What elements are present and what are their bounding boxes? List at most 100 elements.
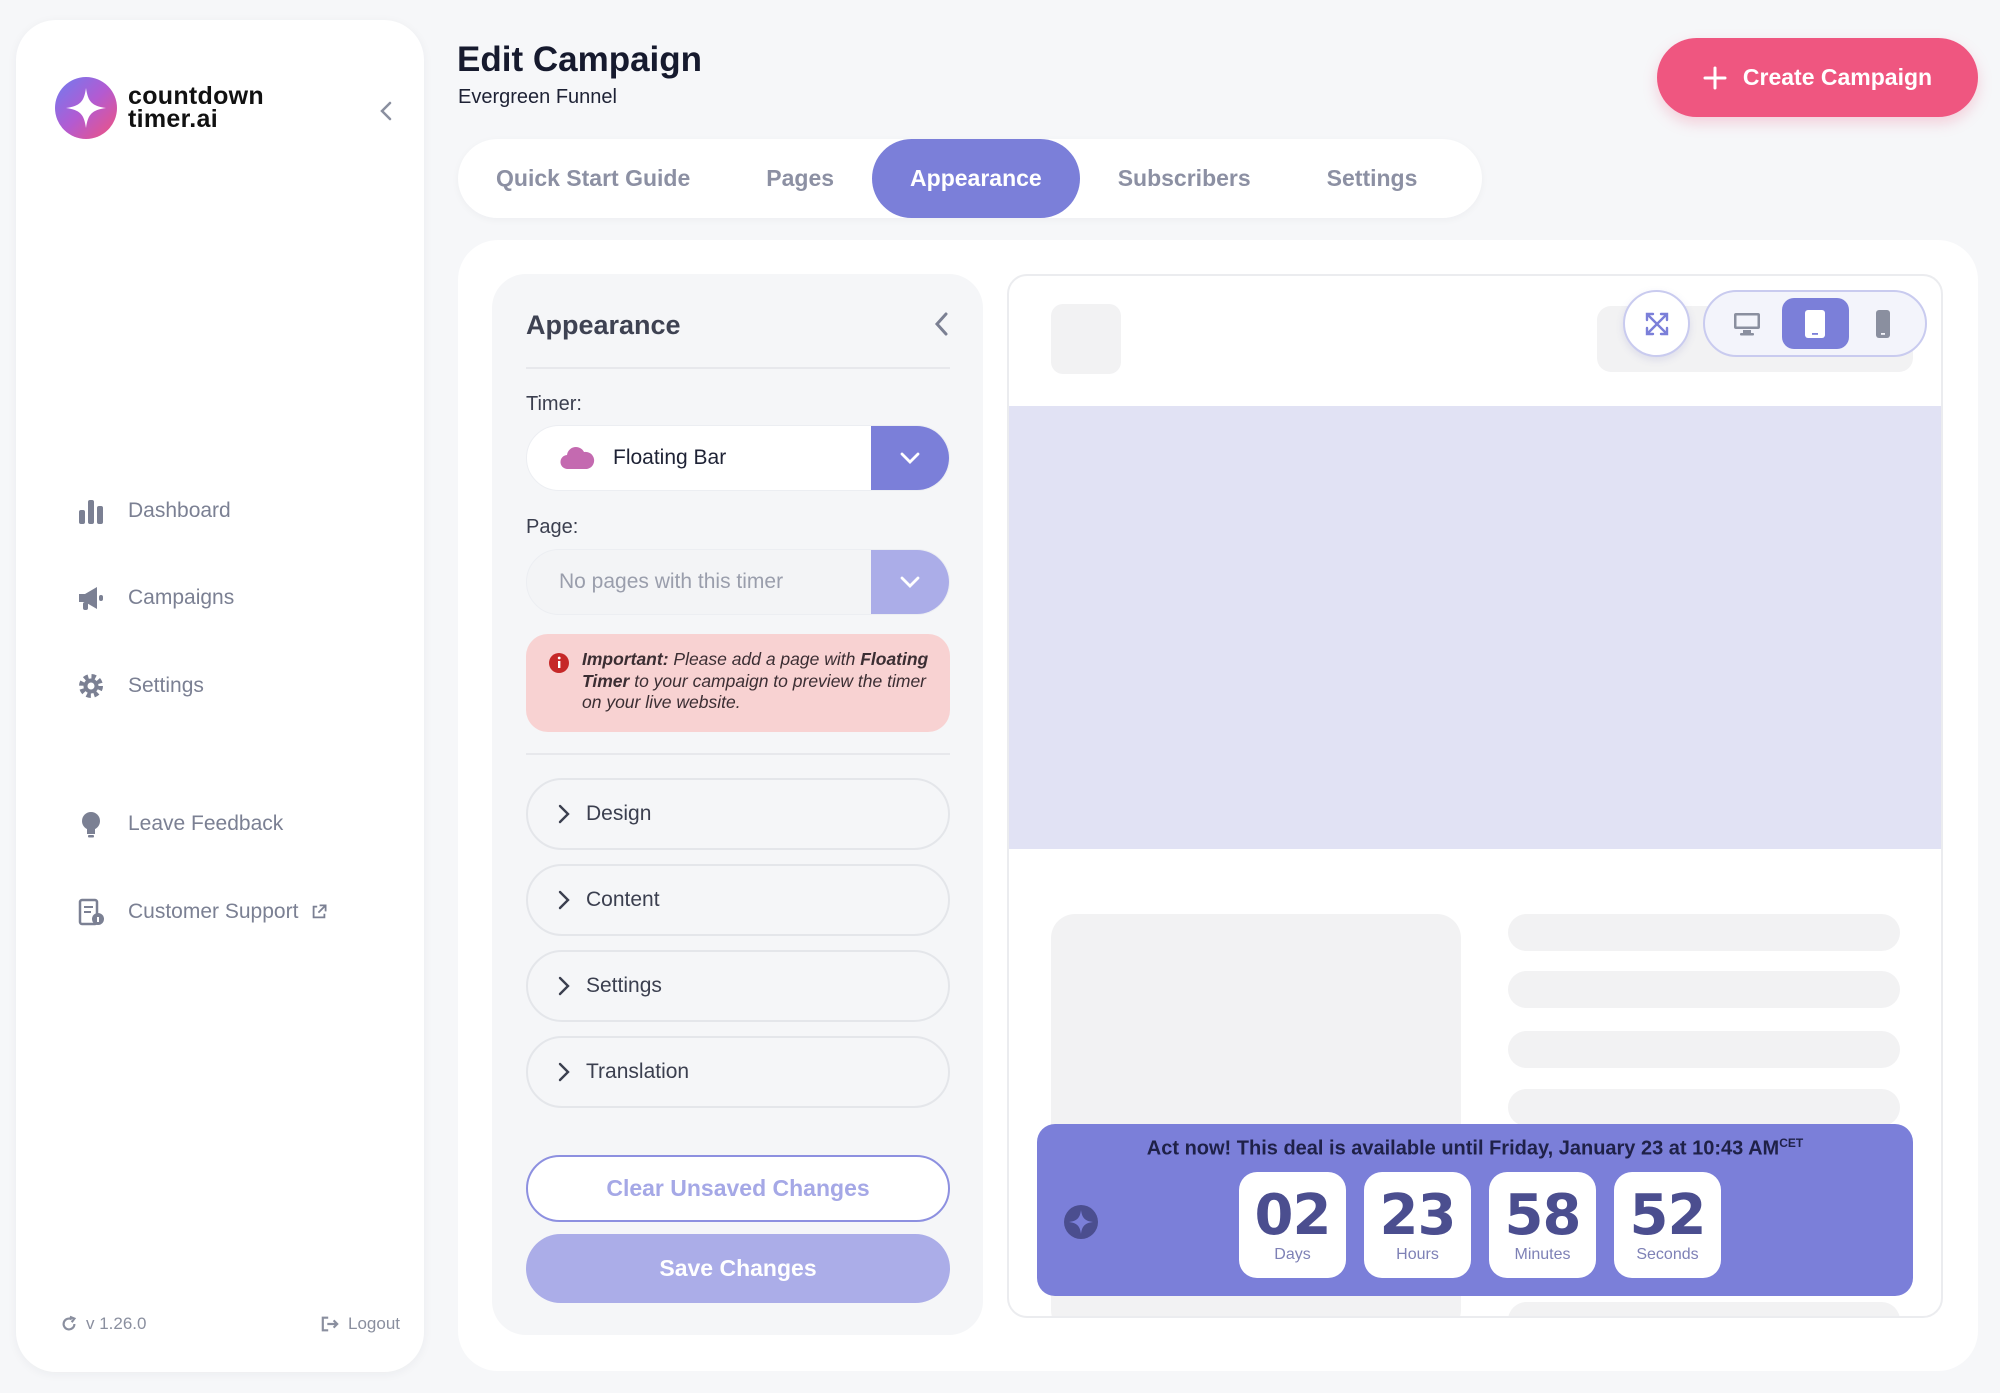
countdown-minutes: 58 Minutes <box>1489 1172 1596 1278</box>
version-indicator[interactable]: v 1.26.0 <box>60 1314 147 1334</box>
chevron-right-icon <box>558 890 570 910</box>
logout-label: Logout <box>348 1314 400 1333</box>
sidebar-item-dashboard[interactable]: Dashboard <box>76 496 231 526</box>
logo-mark-icon <box>55 77 117 139</box>
countdown-seconds: 52 Seconds <box>1614 1172 1721 1278</box>
sidebar-item-feedback[interactable]: Leave Feedback <box>76 809 283 839</box>
sidebar-item-label: Dashboard <box>128 499 231 522</box>
timer-label: Timer: <box>526 393 582 415</box>
countdown-unit: Seconds <box>1636 1246 1699 1263</box>
placeholder-line <box>1508 1089 1900 1126</box>
placeholder-logo <box>1051 304 1121 374</box>
refresh-icon <box>62 1315 77 1331</box>
mobile-icon <box>1876 309 1890 338</box>
accordion-translation[interactable]: Translation <box>526 1036 950 1108</box>
accordion-settings[interactable]: Settings <box>526 950 950 1022</box>
clear-unsaved-changes-button[interactable]: Clear Unsaved Changes <box>526 1155 950 1222</box>
countdown-value: 52 <box>1629 1183 1707 1248</box>
sidebar-item-label: Leave Feedback <box>128 812 284 835</box>
alert-text: Please add a page with <box>668 649 861 669</box>
device-desktop-button[interactable] <box>1714 298 1781 349</box>
device-switcher <box>1703 290 1927 357</box>
countdown-unit: Minutes <box>1514 1246 1571 1263</box>
accordion-label: Design <box>586 802 652 825</box>
sidebar-item-label: Campaigns <box>128 586 235 609</box>
cloud-icon <box>560 447 595 470</box>
version-label: v 1.26.0 <box>86 1314 147 1333</box>
countdown-value: 23 <box>1379 1183 1457 1248</box>
accordion-label: Translation <box>586 1060 690 1083</box>
placeholder-line <box>1508 971 1900 1008</box>
countdown-value: 58 <box>1504 1183 1582 1248</box>
page-title: Edit Campaign <box>457 40 703 79</box>
countdown-days: 02 Days <box>1239 1172 1346 1278</box>
page-label: Page: <box>526 516 579 538</box>
logout-button[interactable]: Logout <box>320 1314 400 1334</box>
accordion-label: Content <box>586 888 660 911</box>
create-campaign-label: Create Campaign <box>1742 64 1933 90</box>
page-subtitle: Evergreen Funnel <box>458 86 617 108</box>
sidebar-footer: v 1.26.0 Logout <box>60 1314 400 1334</box>
countdown-unit: Days <box>1274 1246 1311 1263</box>
page-select-toggle[interactable] <box>871 550 949 614</box>
logo[interactable]: countdown timer.ai <box>54 76 264 140</box>
divider <box>526 753 950 755</box>
chart-bar-icon <box>79 500 103 524</box>
gear-icon <box>79 674 103 698</box>
accordion-content[interactable]: Content <box>526 864 950 936</box>
expand-icon <box>1645 312 1668 335</box>
tab-quick-start[interactable]: Quick Start Guide <box>458 139 728 218</box>
divider <box>526 367 950 369</box>
alert-strong: Important: <box>582 649 669 669</box>
timezone-label: CET <box>1779 1136 1804 1150</box>
timer-select[interactable]: Floating Bar <box>526 425 950 491</box>
tab-settings[interactable]: Settings <box>1289 139 1456 218</box>
sidebar-item-campaigns[interactable]: Campaigns <box>76 583 234 613</box>
placeholder-line <box>1508 914 1900 951</box>
chevron-right-icon <box>558 1062 570 1082</box>
panel-collapse-button[interactable] <box>932 310 954 340</box>
logout-icon <box>321 1316 339 1332</box>
floating-timer-bar: Act now! This deal is available until Fr… <box>1037 1124 1913 1296</box>
chevron-left-icon <box>934 312 948 336</box>
tab-pages[interactable]: Pages <box>728 139 872 218</box>
sidebar-item-support[interactable]: Customer Support <box>76 897 328 927</box>
tablet-icon <box>1805 309 1825 338</box>
desktop-icon <box>1734 312 1760 335</box>
chevron-right-icon <box>558 804 570 824</box>
fullscreen-button[interactable] <box>1623 290 1690 357</box>
accordion-design[interactable]: Design <box>526 778 950 850</box>
chevron-down-icon <box>900 452 920 464</box>
logo-line2: timer.ai <box>128 105 218 133</box>
tab-subscribers[interactable]: Subscribers <box>1080 139 1289 218</box>
timer-message: Act now! This deal is available until Fr… <box>1037 1136 1913 1161</box>
info-icon <box>549 653 569 673</box>
device-mobile-button[interactable] <box>1850 298 1917 349</box>
chevron-left-icon <box>380 101 392 121</box>
chevron-right-icon <box>558 976 570 996</box>
timer-select-toggle[interactable] <box>871 426 949 490</box>
sidebar: countdown timer.ai Dashboard Campaigns S… <box>16 20 424 1372</box>
timer-select-value: Floating Bar <box>613 446 727 469</box>
preview-hero <box>1009 406 1941 849</box>
collapse-sidebar-button[interactable] <box>374 96 398 126</box>
save-changes-button[interactable]: Save Changes <box>526 1234 950 1303</box>
important-alert: Important: Please add a page with Floati… <box>526 634 950 732</box>
countdown-value: 02 <box>1254 1183 1332 1248</box>
device-tablet-button[interactable] <box>1781 298 1849 349</box>
sidebar-item-settings[interactable]: Settings <box>76 671 204 701</box>
page-select-placeholder: No pages with this timer <box>559 570 784 593</box>
plus-icon <box>1703 66 1727 89</box>
lightbulb-icon <box>82 812 100 838</box>
panel-title: Appearance <box>526 310 681 340</box>
countdown-unit: Hours <box>1396 1246 1439 1263</box>
chevron-down-icon <box>900 576 920 588</box>
placeholder-line <box>1508 1302 1900 1316</box>
countdown-hours: 23 Hours <box>1364 1172 1471 1278</box>
tab-appearance[interactable]: Appearance <box>872 139 1080 218</box>
create-campaign-button[interactable]: Create Campaign <box>1657 38 1978 117</box>
external-link-icon <box>313 904 327 919</box>
sidebar-item-label: Customer Support <box>128 900 299 923</box>
accordion-label: Settings <box>586 974 662 997</box>
page-select[interactable]: No pages with this timer <box>526 549 950 615</box>
